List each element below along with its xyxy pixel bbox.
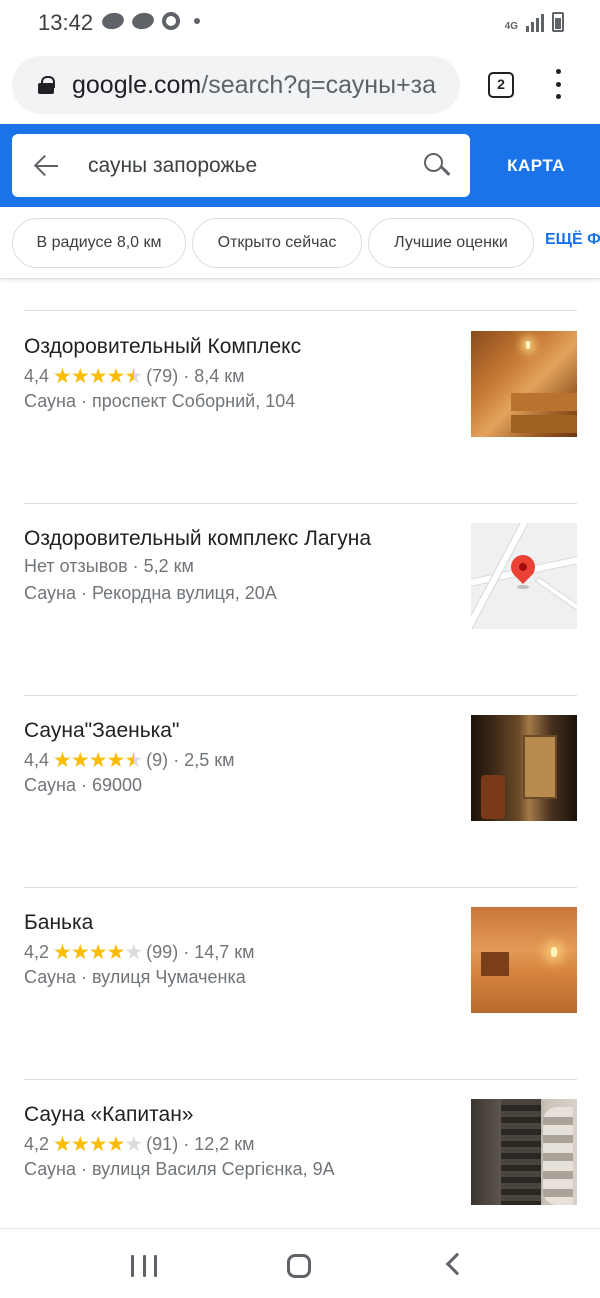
list-item[interactable]: Оздоровительный комплекс Лагуна Нет отзы… bbox=[0, 503, 600, 695]
result-title[interactable]: Сауна «Капитан» bbox=[24, 1103, 194, 1127]
result-address: Сауна · 69000 bbox=[24, 775, 143, 795]
system-nav-bar bbox=[0, 1228, 600, 1298]
star-rating: ★ ★ ★ ★ ★ bbox=[53, 1132, 143, 1157]
network-type: 4G bbox=[504, 21, 518, 32]
result-rating-row: 4,4 ★ ★ ★ ★ ★ (9) · 2,5 км bbox=[24, 748, 234, 773]
distance: · 14,7 км bbox=[183, 942, 255, 962]
review-count: (9) bbox=[146, 750, 169, 770]
recents-icon[interactable] bbox=[131, 1255, 157, 1277]
list-item[interactable]: Сауна"Заенька" 4,4 ★ ★ ★ ★ ★ (9) · 2,5 км Са… bbox=[0, 695, 600, 887]
star-icon: ★ bbox=[88, 749, 108, 772]
sauna-photo-thumbnail[interactable] bbox=[471, 907, 577, 1013]
sauna-photo-thumbnail[interactable] bbox=[471, 715, 577, 821]
more-filters-button[interactable]: ЕЩЁ Ф bbox=[545, 231, 600, 249]
filter-chips: В радиусе 8,0 км Открыто сейчас Лучшие о… bbox=[0, 207, 600, 279]
chrome-icon bbox=[162, 12, 180, 30]
back-icon[interactable] bbox=[445, 1252, 469, 1276]
chip-top-rated[interactable]: Лучшие оценки bbox=[368, 218, 534, 268]
star-icon: ★ bbox=[88, 1133, 108, 1156]
url-host: google.com bbox=[72, 70, 202, 99]
star-icon: ★ bbox=[53, 749, 72, 772]
distance: · 12,2 км bbox=[183, 1134, 255, 1154]
empty-star-icon: ★ bbox=[124, 941, 143, 964]
result-rating-row: 4,2 ★ ★ ★ ★ ★ (91) · 12,2 км bbox=[24, 1132, 254, 1157]
map-button[interactable]: КАРТА bbox=[486, 134, 586, 197]
star-icon: ★ bbox=[70, 1133, 90, 1156]
tab-switcher-button[interactable]: 2 bbox=[488, 72, 514, 98]
search-box[interactable]: сауны запорожье bbox=[12, 134, 470, 197]
result-title[interactable]: Оздоровительный комплекс Лагуна bbox=[24, 527, 371, 551]
result-address: Сауна · вулиця Василя Сергієнка, 9А bbox=[24, 1159, 335, 1179]
result-address: Сауна · проспект Соборний, 104 bbox=[24, 391, 296, 411]
star-icon: ★ bbox=[53, 1133, 72, 1156]
notification-icon bbox=[130, 10, 156, 32]
search-icon[interactable] bbox=[424, 152, 450, 179]
list-item[interactable]: Оздоровительный Комплекс 4,4 ★ ★ ★ ★ ★ (79) … bbox=[0, 311, 600, 503]
rating-value: 4,2 bbox=[24, 1134, 50, 1154]
star-rating: ★ ★ ★ ★ ★ bbox=[53, 748, 143, 773]
result-title[interactable]: Оздоровительный Комплекс bbox=[24, 335, 301, 359]
review-count: (91) bbox=[146, 1134, 179, 1154]
divider bbox=[24, 887, 577, 888]
rating-value: 4,4 bbox=[24, 750, 50, 770]
address-bar[interactable]: google.com/search?q=сауны+за bbox=[12, 56, 460, 114]
star-rating: ★ ★ ★ ★ ★ bbox=[53, 940, 143, 965]
search-header: сауны запорожье КАРТА bbox=[0, 124, 600, 207]
review-count: (99) bbox=[146, 942, 179, 962]
status-bar: 13:42 4G bbox=[0, 0, 600, 44]
chip-radius[interactable]: В радиусе 8,0 км bbox=[12, 218, 186, 268]
divider bbox=[24, 503, 577, 504]
star-rating: ★ ★ ★ ★ ★ bbox=[53, 364, 143, 389]
map-thumbnail[interactable] bbox=[471, 523, 577, 629]
star-icon: ★ bbox=[88, 941, 108, 964]
signal-icon bbox=[526, 14, 544, 32]
sauna-photo-thumbnail[interactable] bbox=[471, 1099, 577, 1205]
half-star-icon: ★ bbox=[124, 365, 143, 388]
lock-icon[interactable] bbox=[38, 76, 55, 94]
status-time: 13:42 bbox=[38, 10, 94, 35]
list-item[interactable]: Сауна «Капитан» 4,2 ★ ★ ★ ★ ★ (91) · 12,2 км… bbox=[0, 1079, 600, 1228]
star-icon: ★ bbox=[53, 365, 72, 388]
more-notifications-dot bbox=[194, 18, 200, 24]
sauna-photo-thumbnail[interactable] bbox=[471, 331, 577, 437]
result-rating-row: Нет отзывов · 5,2 км bbox=[24, 556, 194, 577]
result-title[interactable]: Сауна"Заенька" bbox=[24, 719, 179, 743]
rating-value: 4,2 bbox=[24, 942, 50, 962]
rating-value: 4,4 bbox=[24, 366, 50, 386]
review-count: (79) bbox=[146, 366, 179, 386]
results-list: Оздоровительный Комплекс 4,4 ★ ★ ★ ★ ★ (79) … bbox=[0, 280, 600, 1228]
divider bbox=[24, 695, 577, 696]
empty-star-icon: ★ bbox=[124, 1133, 143, 1156]
star-icon: ★ bbox=[106, 749, 126, 772]
notification-icon bbox=[100, 10, 126, 32]
url-text[interactable]: google.com/search?q=сауны+за bbox=[72, 71, 436, 100]
back-arrow-icon[interactable] bbox=[34, 153, 60, 179]
result-address: Сауна · вулиця Чумаченка bbox=[24, 967, 246, 987]
distance: · 8,4 км bbox=[183, 366, 245, 386]
browser-toolbar: google.com/search?q=сауны+за 2 bbox=[0, 44, 600, 124]
star-icon: ★ bbox=[70, 749, 90, 772]
battery-icon bbox=[552, 12, 564, 32]
result-address: Сауна · Рекордна вулиця, 20А bbox=[24, 583, 277, 603]
star-icon: ★ bbox=[70, 941, 90, 964]
distance: · 2,5 км bbox=[173, 750, 235, 770]
star-icon: ★ bbox=[106, 365, 126, 388]
chip-open-now[interactable]: Открыто сейчас bbox=[192, 218, 362, 268]
star-icon: ★ bbox=[53, 941, 72, 964]
no-reviews-distance: Нет отзывов · 5,2 км bbox=[24, 556, 194, 576]
star-icon: ★ bbox=[106, 1133, 126, 1156]
result-rating-row: 4,4 ★ ★ ★ ★ ★ (79) · 8,4 км bbox=[24, 364, 244, 389]
result-rating-row: 4,2 ★ ★ ★ ★ ★ (99) · 14,7 км bbox=[24, 940, 254, 965]
search-input[interactable]: сауны запорожье bbox=[88, 154, 424, 178]
star-icon: ★ bbox=[88, 365, 108, 388]
star-icon: ★ bbox=[70, 365, 90, 388]
url-path: /search?q=сауны+за bbox=[201, 70, 437, 99]
list-item[interactable]: Банька 4,2 ★ ★ ★ ★ ★ (99) · 14,7 км Сауна · … bbox=[0, 887, 600, 1079]
result-title[interactable]: Банька bbox=[24, 911, 93, 935]
more-menu-icon[interactable] bbox=[550, 69, 566, 99]
home-icon[interactable] bbox=[287, 1254, 311, 1278]
divider bbox=[24, 1079, 577, 1080]
star-icon: ★ bbox=[106, 941, 126, 964]
half-star-icon: ★ bbox=[124, 749, 143, 772]
